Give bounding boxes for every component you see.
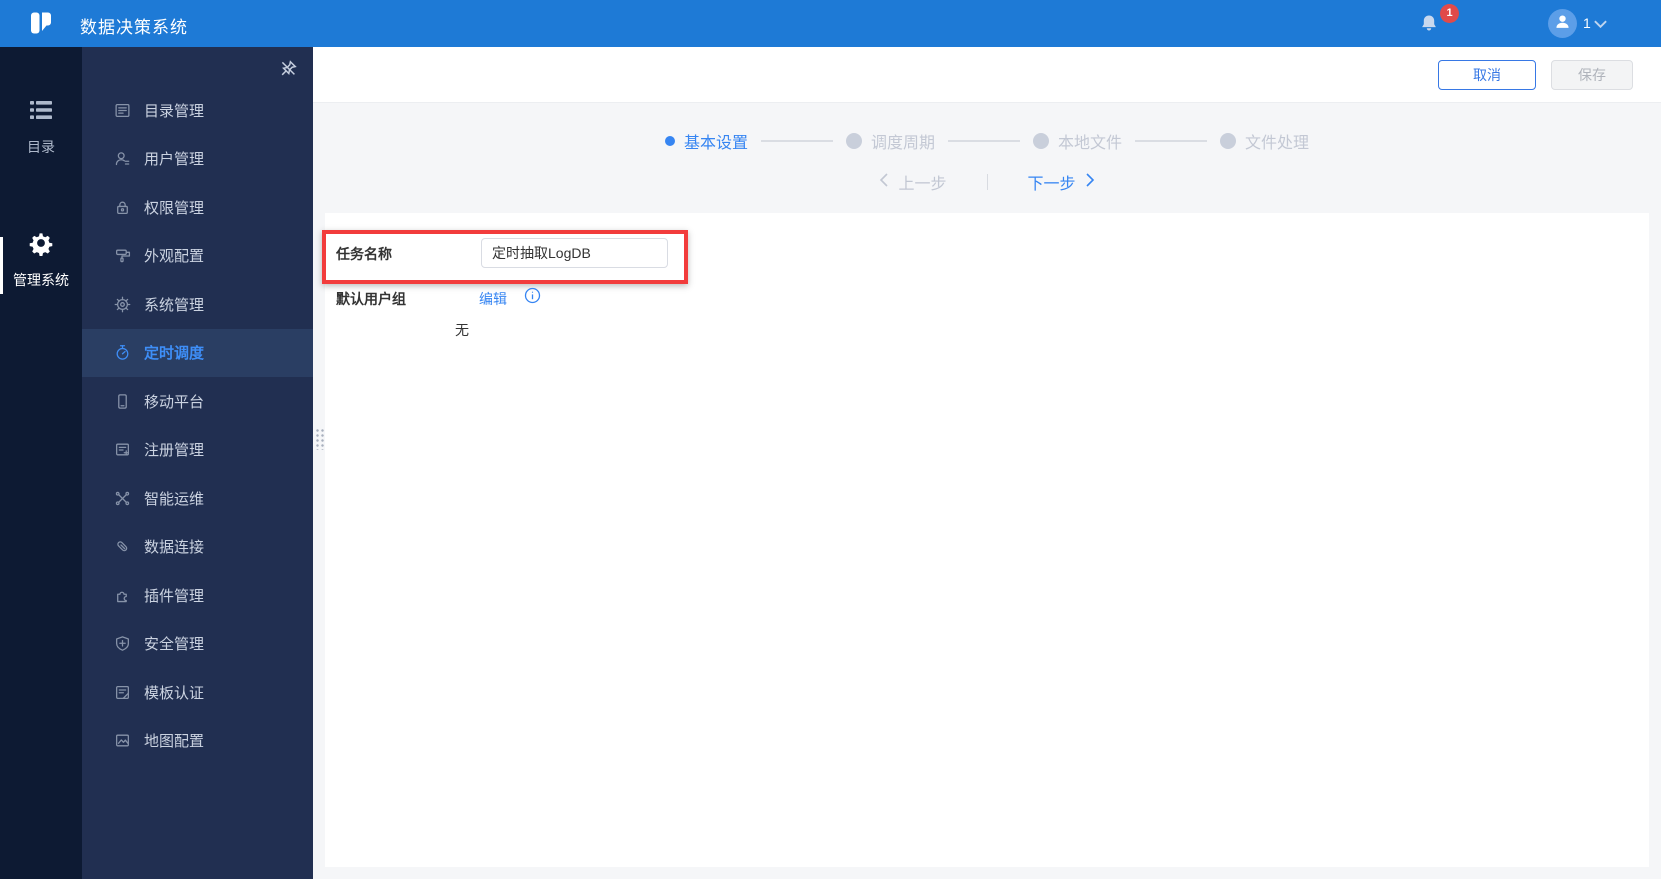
cancel-button[interactable]: 取消 bbox=[1438, 59, 1536, 90]
clip-icon bbox=[114, 538, 131, 555]
ops-icon bbox=[114, 490, 131, 507]
user-name: 1 bbox=[1583, 15, 1591, 31]
register-icon bbox=[114, 441, 131, 458]
save-button[interactable]: 保存 bbox=[1551, 59, 1633, 90]
nav-divider bbox=[986, 174, 988, 190]
prev-step-button[interactable]: 上一步 bbox=[878, 170, 947, 194]
wizard-area: 基本设置 调度周期 本地文件 文件处理 上一步 下一步 bbox=[313, 103, 1661, 213]
gear-solid-icon bbox=[28, 230, 54, 256]
top-bar: 数据决策系统 1 1 bbox=[0, 0, 1661, 47]
main-content: 取消 保存 基本设置 调度周期 本地文件 文件处理 上一步 下一步 任务名称 定… bbox=[313, 47, 1661, 879]
wizard-step-3[interactable]: 本地文件 bbox=[1033, 129, 1122, 153]
task-name-input[interactable] bbox=[481, 238, 668, 268]
sidebar-item-timer[interactable]: 定时调度 bbox=[82, 328, 313, 377]
plugin-icon bbox=[114, 587, 131, 604]
action-header: 取消 保存 bbox=[313, 47, 1661, 103]
sidebar-item-ops[interactable]: 智能运维 bbox=[82, 474, 313, 523]
task-name-label: 任务名称 bbox=[336, 246, 392, 262]
form-card: 任务名称 默认用户组 编辑 无 bbox=[322, 213, 1649, 867]
sidebar-item-shield[interactable]: 安全管理 bbox=[82, 620, 313, 669]
step-connector bbox=[1135, 140, 1208, 142]
mobile-icon bbox=[114, 393, 131, 410]
step-dot bbox=[845, 133, 862, 149]
wizard-stepper: 基本设置 调度周期 本地文件 文件处理 bbox=[313, 103, 1661, 153]
rail-item-gear-solid[interactable]: 管理系统 bbox=[0, 230, 82, 290]
default-group-label: 默认用户组 bbox=[336, 291, 406, 307]
chevron-down-icon[interactable] bbox=[1593, 17, 1608, 35]
sidebar-item-paint[interactable]: 外观配置 bbox=[82, 232, 313, 281]
info-icon[interactable] bbox=[524, 287, 541, 309]
sidebar-item-gear[interactable]: 系统管理 bbox=[82, 280, 313, 329]
chevron-right-icon bbox=[1085, 172, 1096, 193]
sidebar-item-map[interactable]: 地图配置 bbox=[82, 717, 313, 766]
step-connector bbox=[948, 140, 1020, 142]
sidebar-item-clip[interactable]: 数据连接 bbox=[82, 523, 313, 572]
wizard-nav: 上一步 下一步 bbox=[313, 170, 1661, 194]
bell-icon bbox=[1419, 13, 1439, 40]
rail-item-directory[interactable]: 目录 bbox=[0, 97, 82, 157]
shield-icon bbox=[114, 635, 131, 652]
sidebar-item-user[interactable]: 用户管理 bbox=[82, 135, 313, 184]
sidebar-item-mobile[interactable]: 移动平台 bbox=[82, 377, 313, 426]
sidebar-item-lock[interactable]: 权限管理 bbox=[82, 183, 313, 232]
step-dot bbox=[1033, 133, 1049, 149]
person-icon bbox=[1554, 13, 1571, 35]
next-step-button[interactable]: 下一步 bbox=[1028, 170, 1096, 194]
sidebar-item-register[interactable]: 注册管理 bbox=[82, 426, 313, 475]
wizard-step-4[interactable]: 文件处理 bbox=[1220, 129, 1309, 153]
cert-icon bbox=[114, 684, 131, 701]
wizard-step-2[interactable]: 调度周期 bbox=[845, 129, 935, 153]
nav-rail: 目录 管理系统 bbox=[0, 47, 82, 879]
directory-icon bbox=[28, 97, 54, 123]
app-title: 数据决策系统 bbox=[80, 18, 188, 37]
user-avatar[interactable] bbox=[1548, 9, 1577, 38]
sidebar-resize-handle[interactable] bbox=[315, 428, 325, 450]
paint-icon bbox=[114, 247, 131, 264]
notification-badge: 1 bbox=[1440, 4, 1459, 23]
default-group-value: 无 bbox=[455, 322, 469, 338]
app-root: 数据决策系统 1 1 目录 管理系统 目录管理 用户管理 权限管理 外观配置 系… bbox=[0, 0, 1661, 879]
map-icon bbox=[114, 732, 131, 749]
notification-bell[interactable]: 1 bbox=[1419, 4, 1463, 40]
step-dot bbox=[664, 136, 675, 146]
sidebar-item-cert[interactable]: 模板认证 bbox=[82, 668, 313, 717]
user-icon bbox=[114, 150, 131, 167]
admin-sidebar: 目录管理 用户管理 权限管理 外观配置 系统管理 定时调度 移动平台 注册管理 智能运维 数据连接… bbox=[82, 47, 313, 879]
gear-icon bbox=[114, 296, 131, 313]
wizard-step-1[interactable]: 基本设置 bbox=[664, 129, 748, 153]
step-connector bbox=[760, 140, 833, 142]
app-logo-icon bbox=[28, 10, 54, 36]
sidebar-item-catalog[interactable]: 目录管理 bbox=[82, 86, 313, 135]
timer-icon bbox=[114, 344, 131, 361]
step-dot bbox=[1220, 133, 1237, 149]
sidebar-item-plugin[interactable]: 插件管理 bbox=[82, 571, 313, 620]
unpin-icon[interactable] bbox=[279, 59, 298, 83]
edit-group-link[interactable]: 编辑 bbox=[479, 289, 507, 309]
catalog-icon bbox=[114, 102, 131, 119]
lock-icon bbox=[114, 199, 131, 216]
chevron-left-icon bbox=[878, 172, 889, 193]
